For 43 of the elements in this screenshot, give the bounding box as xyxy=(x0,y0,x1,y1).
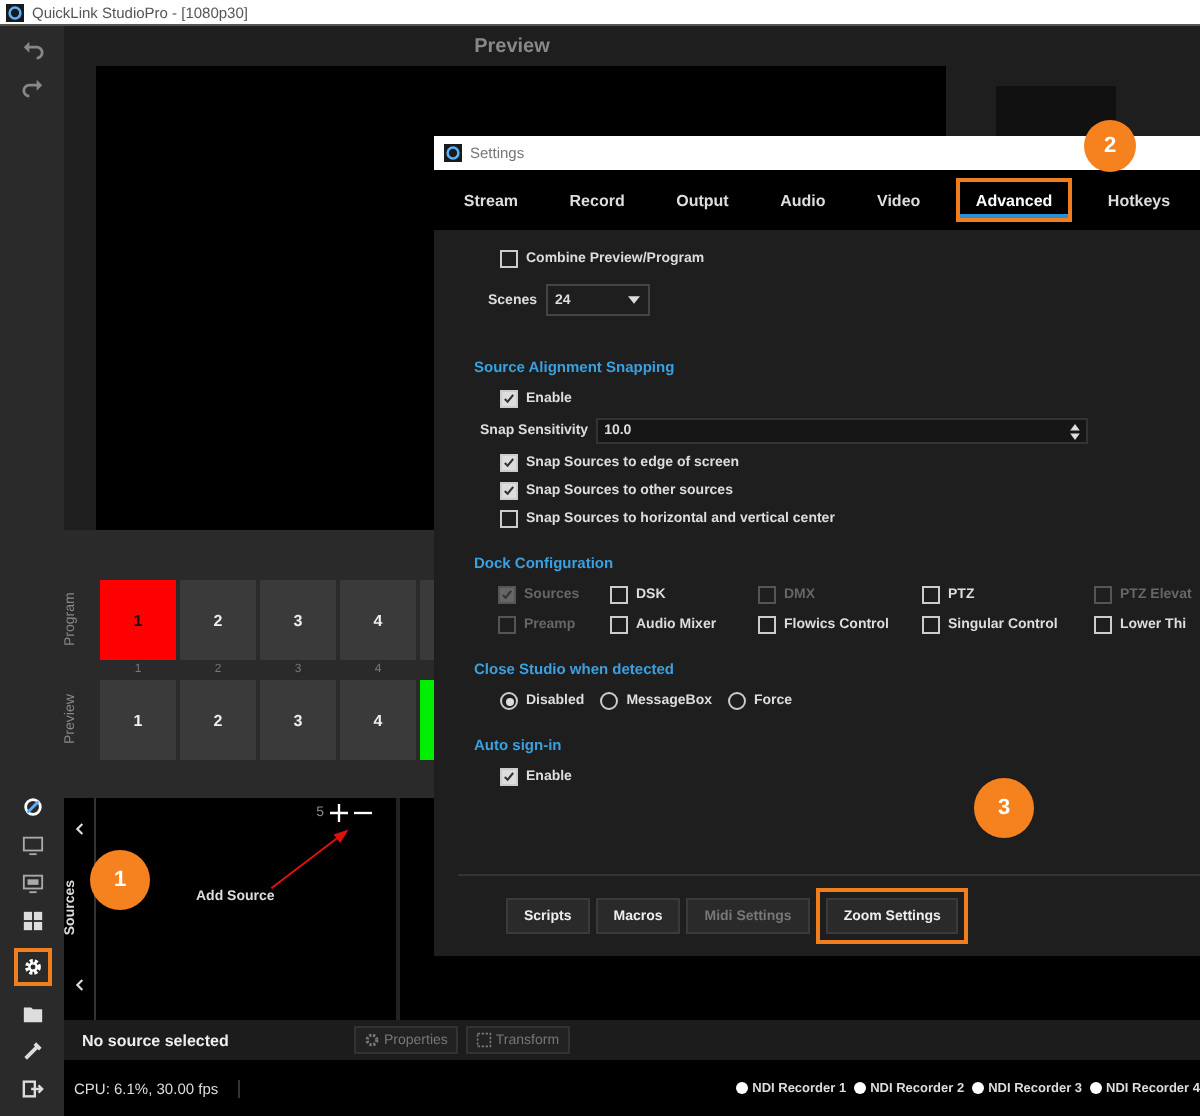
scene-tile[interactable]: 2 xyxy=(180,580,256,660)
exit-icon[interactable] xyxy=(21,1078,43,1100)
status-dot xyxy=(972,1082,985,1094)
radio-button[interactable] xyxy=(500,692,518,710)
monitor-icon[interactable] xyxy=(21,872,43,894)
chevron-icon[interactable] xyxy=(74,822,84,836)
logo-icon xyxy=(6,3,24,21)
chevron-icon[interactable] xyxy=(74,978,84,992)
settings-tab[interactable]: Advanced xyxy=(955,178,1073,222)
monitor-icon[interactable] xyxy=(21,834,43,856)
status-dot xyxy=(1090,1082,1103,1094)
gear-icon xyxy=(364,1032,380,1048)
logo-icon xyxy=(444,144,462,162)
spinner-arrows-icon xyxy=(1070,423,1081,439)
radio-button[interactable] xyxy=(727,692,746,710)
undo-icon[interactable] xyxy=(21,38,43,60)
settings-tab[interactable]: Video xyxy=(861,178,937,222)
settings-icon[interactable] xyxy=(13,948,51,986)
tools-icon[interactable] xyxy=(21,1040,43,1062)
scene-tile[interactable]: 1 xyxy=(100,580,176,660)
settings-tab[interactable]: Record xyxy=(553,178,641,222)
caret-icon xyxy=(627,296,640,304)
settings-tab[interactable]: Hotkeys xyxy=(1091,178,1187,222)
dashed-square-icon xyxy=(475,1032,492,1048)
redo-icon[interactable] xyxy=(21,76,43,98)
settings-tab[interactable]: Stream xyxy=(447,178,534,222)
settings-tab[interactable]: Audio xyxy=(764,178,842,222)
add-icon[interactable] xyxy=(330,804,348,822)
logo-icon[interactable] xyxy=(21,796,43,818)
scene-tile[interactable]: 4 xyxy=(340,580,416,660)
scene-tile[interactable]: 2 xyxy=(180,680,256,760)
scene-tile[interactable]: 3 xyxy=(260,580,336,660)
status-dot xyxy=(736,1082,749,1094)
settings-tab[interactable]: Output xyxy=(660,178,745,222)
radio-button[interactable] xyxy=(600,692,619,710)
scene-tile[interactable]: 1 xyxy=(100,680,176,760)
preview-title: Preview xyxy=(474,35,550,57)
grid-icon[interactable] xyxy=(21,910,43,932)
scene-tile[interactable]: 3 xyxy=(260,680,336,760)
folder-icon[interactable] xyxy=(21,1002,43,1024)
scene-tile[interactable]: 4 xyxy=(340,680,416,760)
status-dot xyxy=(854,1082,867,1094)
selection-status: No source selected xyxy=(80,1031,231,1049)
